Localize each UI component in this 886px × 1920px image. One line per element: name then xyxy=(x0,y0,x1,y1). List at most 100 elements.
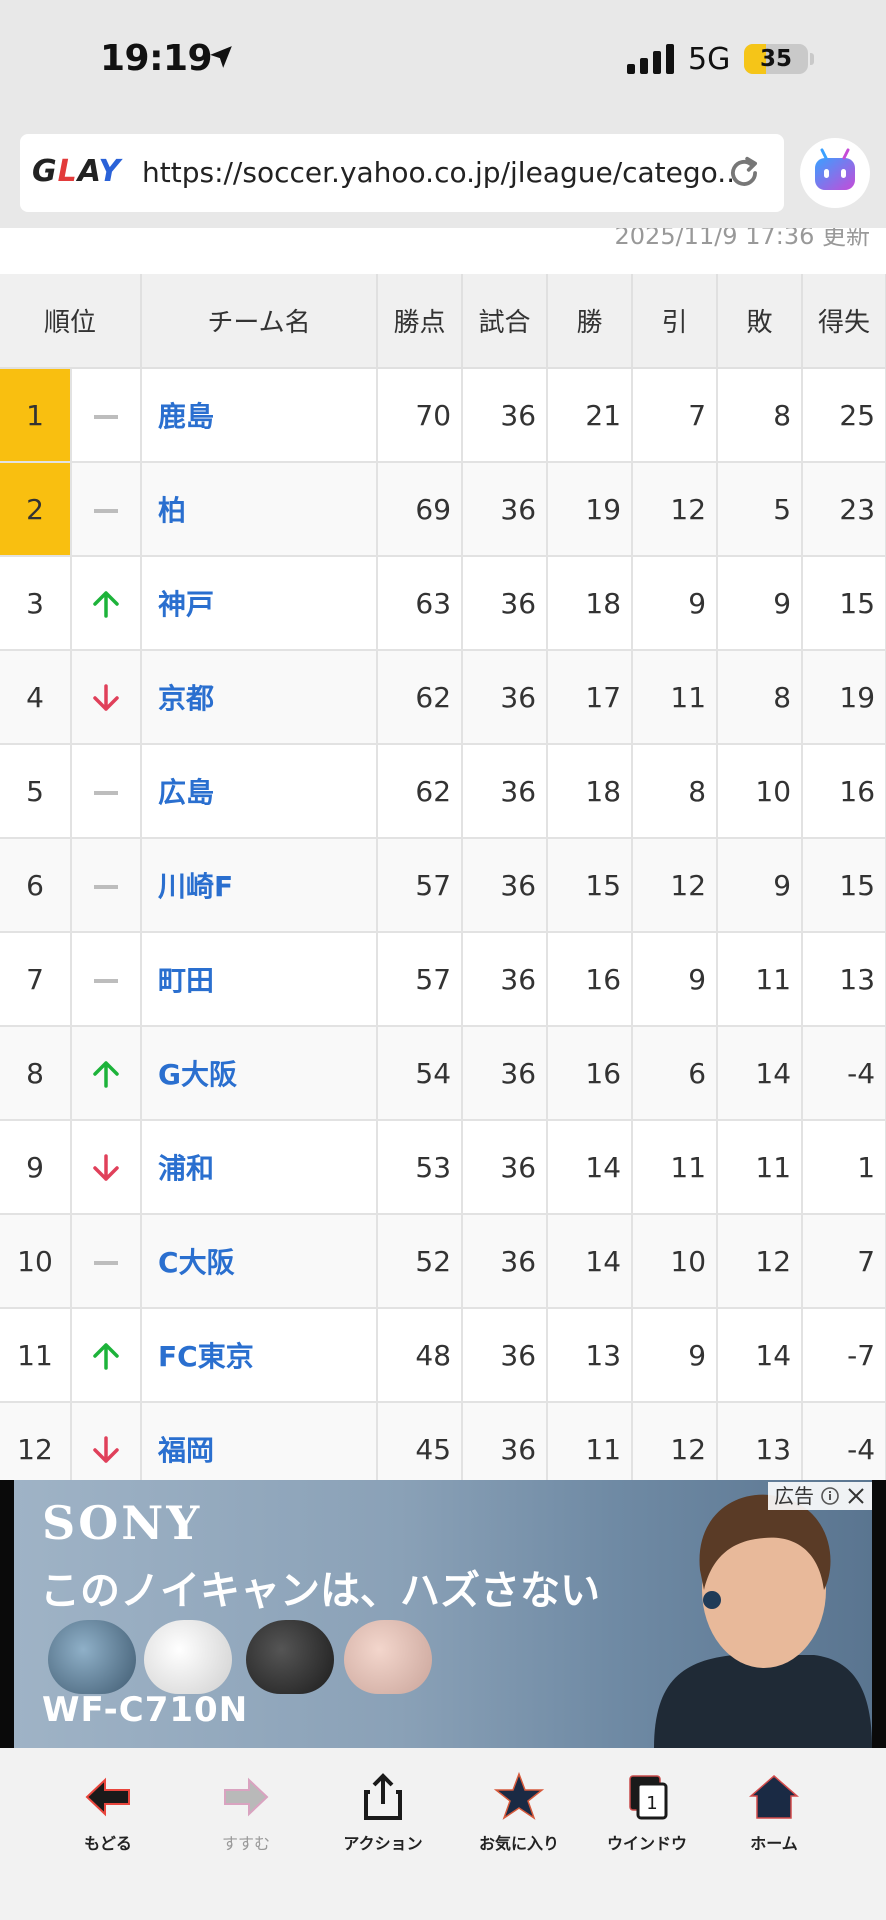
header-goal-diff: 得失 xyxy=(802,274,886,369)
points-cell: 54 xyxy=(377,1026,464,1121)
trend-cell xyxy=(71,1120,143,1215)
table-row: 2 柏 69 36 19 12 5 23 xyxy=(0,462,886,557)
back-button[interactable]: もどる xyxy=(43,1770,173,1854)
no-change-icon xyxy=(94,1260,118,1265)
no-change-icon xyxy=(94,790,118,795)
points-cell: 69 xyxy=(377,462,464,557)
no-change-icon xyxy=(94,884,118,889)
goal-diff-cell: 1 xyxy=(802,1120,886,1215)
draws-cell: 9 xyxy=(632,1308,719,1403)
wins-cell: 15 xyxy=(547,838,634,933)
goal-diff-cell: -7 xyxy=(802,1308,886,1403)
team-link[interactable]: 柏 xyxy=(141,462,379,557)
arrow-up-icon xyxy=(93,1343,119,1370)
losses-cell: 11 xyxy=(717,932,804,1027)
rank-cell: 9 xyxy=(0,1120,72,1215)
draws-cell: 9 xyxy=(632,556,719,651)
table-row: 7 町田 57 36 16 9 11 13 xyxy=(0,932,886,1027)
team-link[interactable]: FC東京 xyxy=(141,1308,379,1403)
team-link[interactable]: 川崎F xyxy=(141,838,379,933)
wins-cell: 13 xyxy=(547,1308,634,1403)
window-label: ウインドウ xyxy=(606,1834,687,1853)
arrow-down-icon xyxy=(93,1436,119,1463)
trend-cell xyxy=(71,1214,143,1309)
team-link[interactable]: 京都 xyxy=(141,650,379,745)
battery-tip xyxy=(810,53,814,65)
header-draws: 引 xyxy=(632,274,719,369)
table-row: 1 鹿島 70 36 21 7 8 25 xyxy=(0,368,886,463)
played-cell: 36 xyxy=(462,838,549,933)
glay-logo-text: GLAY xyxy=(32,154,122,189)
ad-image[interactable]: SONY このノイキャンは、ハズさない WF-C710N xyxy=(14,1480,872,1748)
team-link[interactable]: 浦和 xyxy=(141,1120,379,1215)
network-type: 5G xyxy=(688,42,731,77)
wins-cell: 19 xyxy=(547,462,634,557)
trend-cell xyxy=(71,556,143,651)
back-arrow-icon xyxy=(85,1777,130,1817)
team-link[interactable]: 広島 xyxy=(141,744,379,839)
rank-cell: 3 xyxy=(0,556,72,651)
status-bar: 19:19 5G 35 xyxy=(0,0,886,118)
team-link[interactable]: G大阪 xyxy=(141,1026,379,1121)
trend-cell xyxy=(71,838,143,933)
ai-assistant-icon[interactable] xyxy=(800,138,870,208)
status-time: 19:19 xyxy=(100,38,213,79)
draws-cell: 11 xyxy=(632,1120,719,1215)
team-link[interactable]: 町田 xyxy=(141,932,379,1027)
table-row: 3 神戸 63 36 18 9 9 15 xyxy=(0,556,886,651)
wins-cell: 16 xyxy=(547,932,634,1027)
glay-logo: GLAY xyxy=(32,154,121,189)
rank-cell: 5 xyxy=(0,744,72,839)
window-button[interactable]: 1 ウインドウ xyxy=(582,1770,712,1854)
losses-cell: 9 xyxy=(717,556,804,651)
battery-percent: 35 xyxy=(759,46,792,72)
action-label: アクション xyxy=(343,1834,423,1853)
trend-cell xyxy=(71,1308,143,1403)
action-button[interactable]: アクション xyxy=(318,1770,448,1854)
played-cell: 36 xyxy=(462,1308,549,1403)
location-arrow-icon xyxy=(210,46,232,68)
draws-cell: 8 xyxy=(632,744,719,839)
table-row: 8 G大阪 54 36 16 6 14 -4 xyxy=(0,1026,886,1121)
ad-label[interactable]: 広告 xyxy=(768,1482,872,1510)
goal-diff-cell: 25 xyxy=(802,368,886,463)
arrow-down-icon xyxy=(93,684,119,711)
points-cell: 53 xyxy=(377,1120,464,1215)
battery-icon: 35 xyxy=(744,44,808,74)
table-row: 10 C大阪 52 36 14 10 12 7 xyxy=(0,1214,886,1309)
home-button[interactable]: ホーム xyxy=(709,1770,839,1854)
draws-cell: 6 xyxy=(632,1026,719,1121)
team-link[interactable]: 神戸 xyxy=(141,556,379,651)
team-link[interactable]: C大阪 xyxy=(141,1214,379,1309)
forward-button[interactable]: すすむ xyxy=(181,1770,311,1854)
table-header-row: 順位 チーム名 勝点 試合 勝 引 敗 得失 xyxy=(0,274,886,369)
reload-icon[interactable] xyxy=(725,154,763,192)
played-cell: 36 xyxy=(462,462,549,557)
sony-ad-banner[interactable]: SONY このノイキャンは、ハズさない WF-C710N 広告 xyxy=(0,1480,886,1748)
arrow-up-icon xyxy=(93,1061,119,1088)
points-cell: 62 xyxy=(377,650,464,745)
browser-toolbar: GLAY https://soccer.yahoo.co.jp/jleague/… xyxy=(0,118,886,236)
losses-cell: 9 xyxy=(717,838,804,933)
rank-cell: 4 xyxy=(0,650,72,745)
favorites-button[interactable]: お気に入り xyxy=(454,1770,584,1854)
points-cell: 62 xyxy=(377,744,464,839)
ad-info-icon[interactable] xyxy=(820,1486,840,1506)
ad-label-text: 広告 xyxy=(774,1484,814,1508)
rank-cell: 10 xyxy=(0,1214,72,1309)
team-link[interactable]: 鹿島 xyxy=(141,368,379,463)
wins-cell: 16 xyxy=(547,1026,634,1121)
url-text[interactable]: https://soccer.yahoo.co.jp/jleague/categ… xyxy=(142,156,732,189)
goal-diff-cell: 15 xyxy=(802,556,886,651)
model-person-image xyxy=(654,1494,872,1748)
trend-cell xyxy=(71,368,143,463)
standings-table: 順位 チーム名 勝点 試合 勝 引 敗 得失 1 鹿島 70 36 21 7 8 25 2 柏 69… xyxy=(0,274,886,1497)
ad-close-icon[interactable] xyxy=(846,1486,866,1506)
earbud-pink xyxy=(344,1620,432,1694)
table-row: 4 京都 62 36 17 11 8 19 xyxy=(0,650,886,745)
update-timestamp-text: 2025/11/9 17:36 更新 xyxy=(614,228,870,250)
trend-cell xyxy=(71,744,143,839)
draws-cell: 7 xyxy=(632,368,719,463)
header-losses: 敗 xyxy=(717,274,804,369)
address-bar[interactable]: GLAY https://soccer.yahoo.co.jp/jleague/… xyxy=(20,134,784,212)
